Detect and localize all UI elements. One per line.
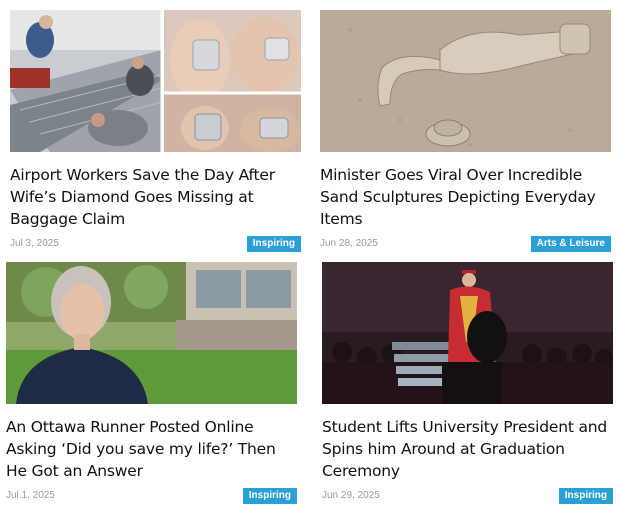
runner-portrait-image <box>6 262 297 404</box>
category-badge[interactable]: Inspiring <box>558 488 613 504</box>
category-badge[interactable]: Inspiring <box>246 236 301 252</box>
article-title[interactable]: Student Lifts University President and S… <box>322 416 613 482</box>
article-meta: Jun 29, 2025 Inspiring <box>322 488 613 506</box>
article-thumbnail[interactable] <box>6 262 297 404</box>
article-card[interactable]: An Ottawa Runner Posted Online Asking ‘D… <box>6 262 297 506</box>
article-card[interactable]: Minister Goes Viral Over Incredible Sand… <box>320 10 611 254</box>
sand-sculpture-image <box>320 10 611 152</box>
article-meta: Jun 28, 2025 Arts & Leisure <box>320 236 611 254</box>
article-title[interactable]: Airport Workers Save the Day After Wife’… <box>10 164 301 230</box>
article-card[interactable]: Airport Workers Save the Day After Wife’… <box>10 10 301 254</box>
article-date: Jun 29, 2025 <box>322 490 380 501</box>
category-badge[interactable]: Arts & Leisure <box>530 236 611 252</box>
article-title[interactable]: Minister Goes Viral Over Incredible Sand… <box>320 164 611 230</box>
article-card[interactable]: Student Lifts University President and S… <box>322 262 613 506</box>
article-meta: Jul 1, 2025 Inspiring <box>6 488 297 506</box>
article-date: Jun 28, 2025 <box>320 238 378 249</box>
article-title[interactable]: An Ottawa Runner Posted Online Asking ‘D… <box>6 416 297 482</box>
article-meta: Jul 3, 2025 Inspiring <box>10 236 301 254</box>
article-date: Jul 1, 2025 <box>6 490 55 501</box>
article-thumbnail[interactable] <box>322 262 613 404</box>
category-badge[interactable]: Inspiring <box>242 488 297 504</box>
article-thumbnail[interactable] <box>320 10 611 152</box>
graduation-ceremony-image <box>322 262 613 404</box>
article-date: Jul 3, 2025 <box>10 238 59 249</box>
article-thumbnail[interactable] <box>10 10 301 152</box>
baggage-claim-collage-image <box>10 10 301 152</box>
